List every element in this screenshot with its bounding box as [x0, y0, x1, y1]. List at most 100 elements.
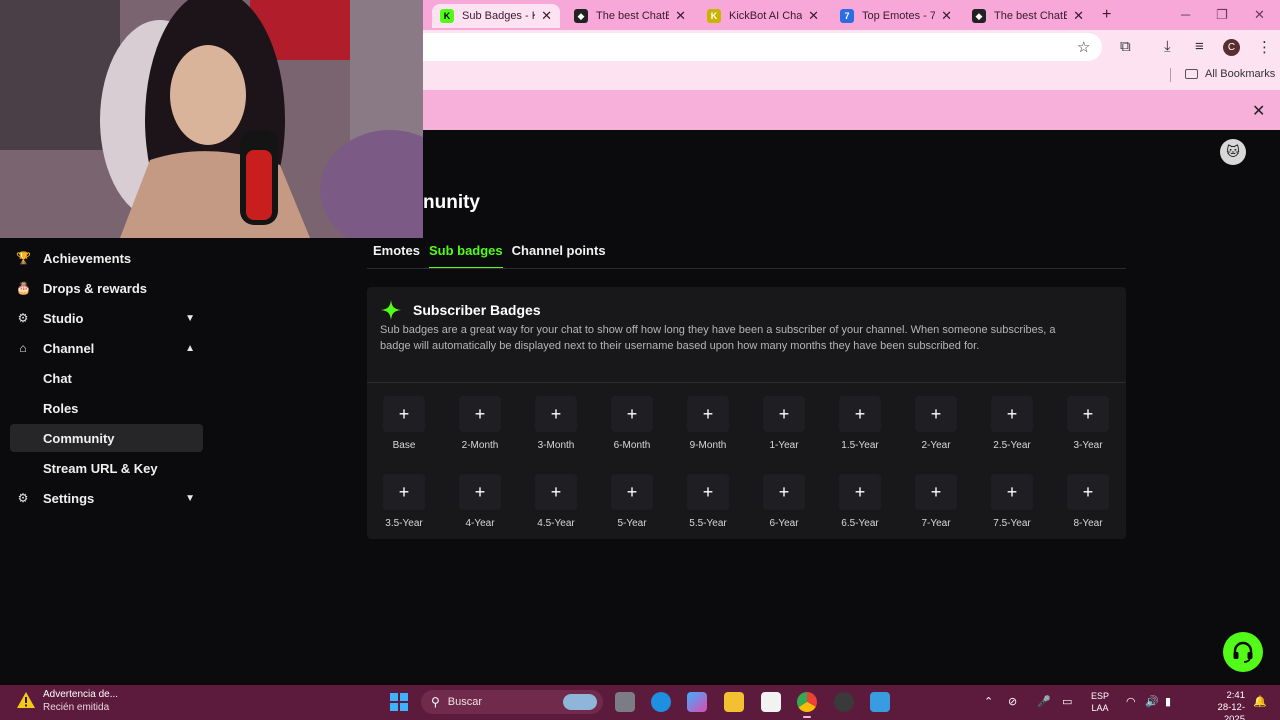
store-icon[interactable] — [761, 692, 781, 712]
badge-slot: +3-Year — [1053, 396, 1123, 451]
restore-icon[interactable]: ❐ — [1216, 7, 1228, 23]
sidebar-item-chat[interactable]: Chat — [10, 364, 203, 392]
add-badge-button[interactable]: + — [535, 396, 577, 432]
browser-tab-chatbot[interactable]: ◆ The best ChatBo ✕ — [566, 4, 694, 28]
extensions-icon[interactable]: ⧉ — [1120, 38, 1131, 55]
tray-expand-icon[interactable]: ⌃ — [984, 695, 993, 708]
studio-icon: ⚙ — [17, 311, 29, 325]
badge-slot: + Base — [369, 396, 439, 451]
add-badge-button[interactable]: + — [915, 396, 957, 432]
card-title: Subscriber Badges — [413, 302, 541, 318]
badge-slot: +2-Year — [901, 396, 971, 451]
badge-label: 2-Year — [921, 440, 951, 451]
chevron-up-icon[interactable]: ▲ — [185, 343, 195, 354]
badge-slot: +5-Year — [597, 474, 667, 529]
close-icon[interactable]: ✕ — [541, 8, 552, 24]
tab-emotes[interactable]: Emotes — [373, 243, 420, 269]
language-indicator[interactable]: ESP LAA — [1091, 690, 1109, 714]
system-clock[interactable]: 2:41 28-12-2025 — [1205, 690, 1245, 720]
add-badge-button[interactable]: + — [459, 474, 501, 510]
add-badge-button[interactable]: + — [687, 396, 729, 432]
window-close-icon[interactable]: ✕ — [1254, 7, 1265, 23]
download-icon[interactable]: ⤓ — [1164, 38, 1171, 55]
badge-label: 3-Year — [1073, 440, 1103, 451]
add-badge-button[interactable]: + — [459, 396, 501, 432]
add-badge-button[interactable]: + — [991, 396, 1033, 432]
badge-label: 6.5-Year — [841, 518, 879, 529]
close-icon[interactable]: ✕ — [808, 8, 819, 24]
trophy-icon: 🏆 — [16, 251, 31, 265]
browser-tab-chatbot-2[interactable]: ◆ The best ChatBo ✕ — [964, 4, 1092, 28]
sidebar-item-label: Roles — [43, 400, 79, 416]
add-badge-button[interactable]: + — [839, 396, 881, 432]
sidebar-item-drops[interactable]: 🎂 Drops & rewards — [10, 274, 203, 302]
add-badge-button[interactable]: + — [535, 474, 577, 510]
network-off-icon[interactable]: ⊘ — [1008, 695, 1017, 708]
sidebar-item-achievements[interactable]: 🏆 Achievements — [10, 244, 203, 272]
chrome-icon[interactable] — [797, 692, 817, 718]
battery-icon[interactable]: ▮ — [1165, 695, 1171, 708]
volume-icon[interactable]: 🔊 — [1145, 695, 1159, 708]
browser-tab-kickbot[interactable]: K KickBot AI Chara ✕ — [699, 4, 827, 28]
microphone-icon[interactable]: 🎤 — [1037, 695, 1051, 708]
chevron-down-icon[interactable]: ▼ — [185, 313, 195, 324]
browser-tab-sub-badges[interactable]: K Sub Badges - Kic ✕ — [432, 4, 560, 28]
sidebar-item-community[interactable]: Community — [10, 424, 203, 452]
badge-slot: +2.5-Year — [977, 396, 1047, 451]
sidebar-item-roles[interactable]: Roles — [10, 394, 203, 422]
task-view-icon[interactable] — [615, 692, 635, 712]
add-badge-button[interactable]: + — [611, 396, 653, 432]
add-badge-button[interactable]: + — [687, 474, 729, 510]
notification-subtitle: Recién emitida — [43, 702, 110, 713]
display-icon[interactable]: ▭ — [1062, 695, 1072, 708]
close-icon[interactable]: ✕ — [941, 8, 952, 24]
add-badge-button[interactable]: + — [1067, 396, 1109, 432]
file-explorer-icon[interactable] — [724, 692, 744, 712]
profile-avatar[interactable]: C — [1223, 39, 1240, 56]
tab-sub-badges[interactable]: Sub badges — [428, 243, 503, 269]
sidebar-item-settings[interactable]: ⚙ Settings ▼ — [10, 484, 203, 512]
edge-icon[interactable] — [651, 692, 671, 712]
close-icon[interactable]: ✕ — [675, 8, 686, 24]
obs-icon[interactable] — [834, 692, 854, 712]
sidebar-item-channel[interactable]: ⌂ Channel ▲ — [10, 334, 203, 362]
add-badge-button[interactable]: + — [763, 474, 805, 510]
sidebar-item-stream-url[interactable]: Stream URL & Key — [10, 454, 203, 482]
snipping-tool-icon[interactable] — [870, 692, 890, 712]
windows-start-icon[interactable] — [390, 693, 408, 711]
banner-close-icon[interactable]: ✕ — [1252, 101, 1265, 121]
warning-icon[interactable] — [16, 691, 36, 709]
add-badge-button[interactable]: + — [1067, 474, 1109, 510]
tab-channel-points[interactable]: Channel points — [512, 243, 606, 269]
wifi-icon[interactable]: ◠ — [1126, 695, 1136, 708]
taskbar-search[interactable]: ⚲ Buscar — [421, 690, 603, 714]
add-badge-button[interactable]: + — [611, 474, 653, 510]
bookmark-star-icon[interactable]: ☆ — [1077, 38, 1090, 56]
notification-bell-icon[interactable]: 🔔 — [1253, 695, 1267, 708]
new-tab-button[interactable]: + — [1102, 6, 1111, 24]
add-badge-button[interactable]: + — [763, 396, 805, 432]
badge-slot: +4-Year — [445, 474, 515, 529]
address-bar[interactable] — [410, 33, 1102, 61]
notification-title[interactable]: Advertencia de... — [43, 689, 118, 700]
add-badge-button[interactable]: + — [383, 474, 425, 510]
add-badge-button[interactable]: + — [991, 474, 1033, 510]
sidebar-item-label: Achievements — [43, 250, 132, 266]
sidebar-item-label: Studio — [43, 310, 84, 326]
add-badge-button[interactable]: + — [383, 396, 425, 432]
search-icon: ⚲ — [431, 695, 440, 709]
chevron-down-icon[interactable]: ▼ — [185, 493, 195, 504]
browser-tab-7tv[interactable]: 7 Top Emotes - 7T ✕ — [832, 4, 960, 28]
minimize-icon[interactable]: ─ — [1181, 7, 1190, 22]
user-avatar[interactable]: 🐱 — [1220, 139, 1246, 165]
support-button[interactable] — [1223, 632, 1263, 672]
menu-kebab-icon[interactable]: ⋮ — [1257, 38, 1272, 56]
badge-label: 2-Month — [461, 440, 499, 451]
add-badge-button[interactable]: + — [915, 474, 957, 510]
media-control-icon[interactable]: ≡ — [1195, 38, 1204, 55]
all-bookmarks-link[interactable]: All Bookmarks — [1205, 68, 1275, 80]
add-badge-button[interactable]: + — [839, 474, 881, 510]
close-icon[interactable]: ✕ — [1073, 8, 1084, 24]
sidebar-item-studio[interactable]: ⚙ Studio ▼ — [10, 304, 203, 332]
copilot-icon[interactable] — [687, 692, 707, 712]
